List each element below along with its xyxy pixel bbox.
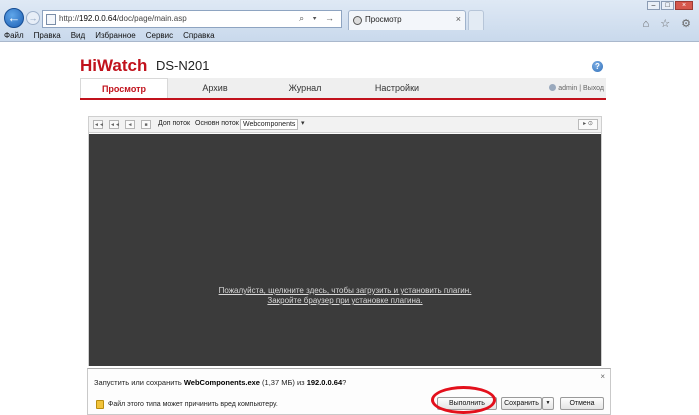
page-icon xyxy=(46,14,56,25)
address-bar[interactable]: http://192.0.0.64/doc/page/main.asp ⌕ ▾ … xyxy=(42,10,342,28)
forward-button[interactable]: → xyxy=(26,11,40,25)
home-favorites-tools-icons[interactable]: ⌂ ☆ ⚙ xyxy=(643,17,695,30)
main-navigation: Просмотр Архив Журнал Настройки admin | … xyxy=(80,78,606,100)
help-icon[interactable]: ? xyxy=(592,61,603,72)
chevron-down-icon[interactable]: ▾ xyxy=(301,119,305,127)
address-controls[interactable]: ⌕ ▾ → xyxy=(299,13,337,24)
page-content: HiWatch DS-N201 ? Просмотр Архив Журнал … xyxy=(0,43,699,415)
hiwatch-logo: HiWatch xyxy=(80,56,148,75)
download-warning: Файл этого типа может причинить вред ком… xyxy=(108,401,278,408)
mainstream-option[interactable]: Основн поток xyxy=(195,120,239,127)
save-button[interactable]: Сохранить xyxy=(501,397,542,410)
menu-favorites[interactable]: Избранное xyxy=(95,31,136,40)
logout-link[interactable]: Выход xyxy=(583,85,604,92)
tab-log[interactable]: Журнал xyxy=(262,78,348,98)
plugin-select[interactable]: Webcomponents xyxy=(240,119,299,130)
browser-chrome: ← → http://192.0.0.64/doc/page/main.asp … xyxy=(0,0,699,42)
video-area: Пожалуйста, щелкните здесь, чтобы загруз… xyxy=(89,134,601,366)
prev-page-button[interactable]: ◄◄ xyxy=(109,120,120,129)
tab-favicon xyxy=(353,16,362,25)
new-tab-button[interactable] xyxy=(468,10,484,30)
tab-title: Просмотр xyxy=(365,15,402,24)
user-separator: | xyxy=(579,85,582,92)
minimize-button[interactable]: – xyxy=(647,1,660,10)
window-buttons: – □ × xyxy=(646,1,693,10)
user-area: admin | Выход xyxy=(549,84,604,92)
run-button[interactable]: Выполнить xyxy=(437,397,497,410)
device-model: DS-N201 xyxy=(156,58,210,73)
layout-button[interactable]: ◄◄ xyxy=(93,120,104,129)
menu-help[interactable]: Справка xyxy=(183,31,214,40)
cancel-button[interactable]: Отмена xyxy=(560,397,604,410)
warning-shield-icon xyxy=(96,400,104,409)
save-options-chevron-icon[interactable]: ▼ xyxy=(542,397,554,410)
username: admin xyxy=(558,85,578,92)
tab-settings[interactable]: Настройки xyxy=(352,78,442,98)
download-notification-bar: Запустить или сохранить WebComponents.ex… xyxy=(87,368,611,415)
user-icon xyxy=(549,84,557,91)
browser-tab[interactable]: Просмотр × xyxy=(348,10,466,30)
menu-edit[interactable]: Правка xyxy=(34,31,61,40)
menu-bar: Файл Правка Вид Избранное Сервис Справка xyxy=(4,31,215,40)
tab-archive[interactable]: Архив xyxy=(172,78,258,98)
plugin-line-2[interactable]: Закройте браузер при установке плагина. xyxy=(89,296,601,306)
tab-close-icon[interactable]: × xyxy=(456,14,461,24)
menu-view[interactable]: Вид xyxy=(71,31,85,40)
plugin-line-1[interactable]: Пожалуйста, щелкните здесь, чтобы загруз… xyxy=(89,286,601,296)
download-message: Запустить или сохранить WebComponents.ex… xyxy=(94,378,347,387)
close-window-button[interactable]: × xyxy=(675,1,693,10)
player-toolbar: ◄◄ ◄◄ ◄ ■ Доп поток Основн поток Webcomp… xyxy=(89,117,601,133)
stop-all-button[interactable]: ■ xyxy=(141,120,151,129)
menu-file[interactable]: Файл xyxy=(4,31,24,40)
tab-live-view[interactable]: Просмотр xyxy=(80,78,168,98)
plugin-install-link[interactable]: Пожалуйста, щелкните здесь, чтобы загруз… xyxy=(89,286,601,306)
substream-option[interactable]: Доп поток xyxy=(158,120,190,127)
live-view-player: ◄◄ ◄◄ ◄ ■ Доп поток Основн поток Webcomp… xyxy=(88,116,602,366)
maximize-button[interactable]: □ xyxy=(661,1,674,10)
close-icon[interactable]: × xyxy=(600,372,605,381)
back-button[interactable]: ← xyxy=(4,8,24,28)
prev-button[interactable]: ◄ xyxy=(125,120,135,129)
address-url: http://192.0.0.64/doc/page/main.asp xyxy=(59,14,187,23)
start-all-button[interactable]: ▸ ⊙ xyxy=(578,119,598,130)
menu-tools[interactable]: Сервис xyxy=(146,31,173,40)
